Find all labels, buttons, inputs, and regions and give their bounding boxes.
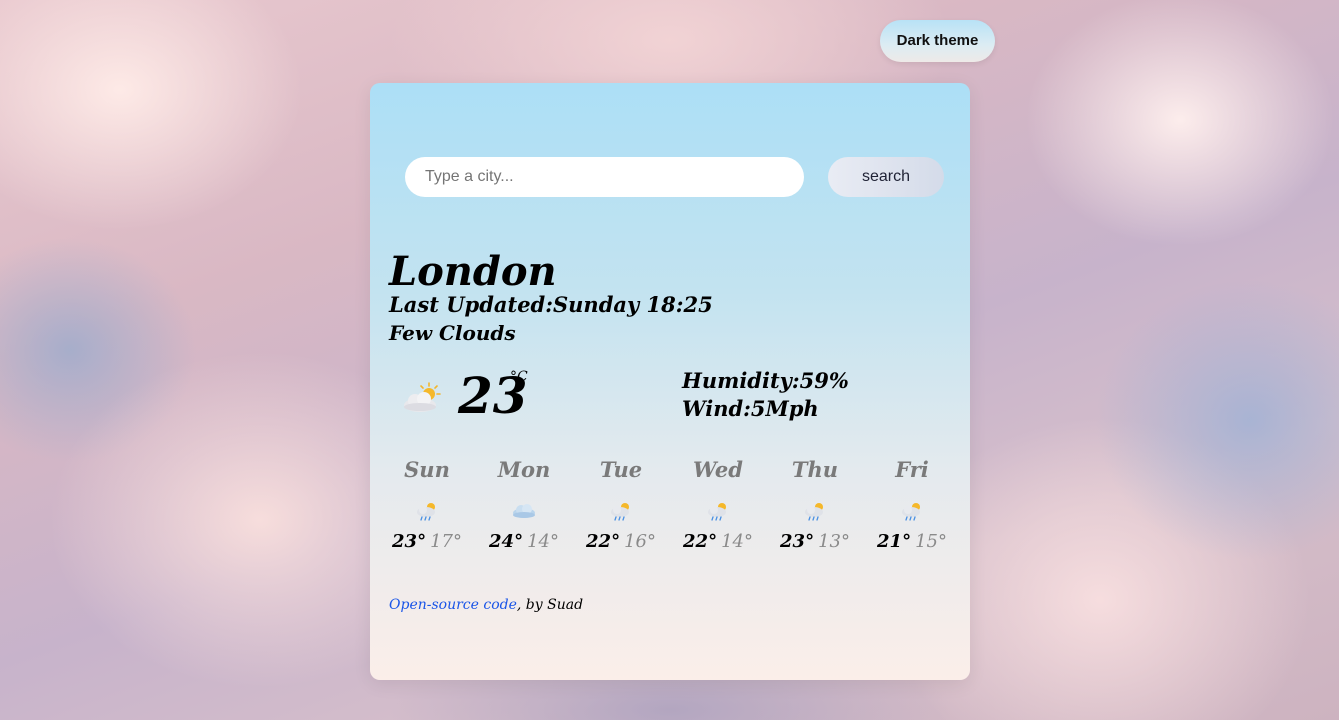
- forecast-temps: 23° 17°: [378, 530, 476, 554]
- forecast-max-temp: 22°: [683, 531, 718, 552]
- temperature-unit: °C: [510, 369, 528, 385]
- rain-sun-icon: [902, 503, 920, 521]
- forecast-min-temp: 13°: [818, 531, 850, 552]
- rain-sun-icon: [708, 503, 726, 521]
- weather-description: Few Clouds: [389, 321, 516, 345]
- forecast-min-temp: 14°: [721, 531, 753, 552]
- open-source-link[interactable]: Open-source code: [389, 597, 517, 613]
- forecast-min-temp: 16°: [624, 531, 656, 552]
- forecast-min-temp: 14°: [527, 531, 559, 552]
- wind-speed: Wind:5Mph: [682, 396, 819, 421]
- forecast-day-name: Fri: [895, 457, 929, 482]
- forecast-max-temp: 24°: [489, 531, 524, 552]
- forecast-day: Sun 23° 17°: [378, 455, 476, 554]
- search-button[interactable]: search: [828, 157, 944, 197]
- last-updated: Last Updated:Sunday 18:25: [389, 292, 713, 317]
- footer-credit: Open-source code, by Suad: [389, 595, 583, 615]
- weather-card: search London Last Updated:Sunday 18:25 …: [370, 83, 970, 680]
- forecast-temps: 21° 15°: [863, 530, 961, 554]
- forecast-day-name: Sun: [404, 457, 450, 482]
- forecast-day: Mon 24° 14°: [475, 455, 573, 554]
- forecast-day: Tue 22° 16°: [572, 455, 670, 554]
- forecast-day-name: Wed: [693, 457, 743, 482]
- forecast-max-temp: 23°: [780, 531, 815, 552]
- few-clouds-icon: [404, 382, 441, 412]
- forecast-day: Fri 21° 15°: [863, 455, 961, 554]
- humidity: Humidity:59%: [682, 368, 849, 393]
- rain-sun-icon: [417, 503, 435, 521]
- forecast-max-temp: 21°: [877, 531, 912, 552]
- city-name: London: [389, 248, 557, 295]
- city-search-input[interactable]: [405, 157, 804, 197]
- forecast-min-temp: 15°: [915, 531, 947, 552]
- forecast-day-name: Tue: [599, 457, 643, 482]
- forecast-max-temp: 23°: [392, 531, 427, 552]
- rain-sun-icon: [805, 503, 823, 521]
- forecast-day: Thu 23° 13°: [766, 455, 864, 554]
- forecast-day: Wed 22° 14°: [669, 455, 767, 554]
- forecast-temps: 22° 16°: [572, 530, 670, 554]
- dark-theme-button[interactable]: Dark theme: [880, 20, 995, 62]
- forecast-max-temp: 22°: [586, 531, 621, 552]
- forecast-min-temp: 17°: [430, 531, 462, 552]
- forecast-row: Sun 23° 17° Mon 24° 14° Tue 22° 16° Wed …: [378, 455, 962, 565]
- footer-author: , by Suad: [516, 597, 584, 613]
- forecast-day-name: Thu: [791, 457, 839, 482]
- cloud-icon: [513, 504, 535, 518]
- forecast-temps: 24° 14°: [475, 530, 573, 554]
- forecast-temps: 22° 14°: [669, 530, 767, 554]
- forecast-day-name: Mon: [497, 457, 551, 482]
- forecast-temps: 23° 13°: [766, 530, 864, 554]
- rain-sun-icon: [611, 503, 629, 521]
